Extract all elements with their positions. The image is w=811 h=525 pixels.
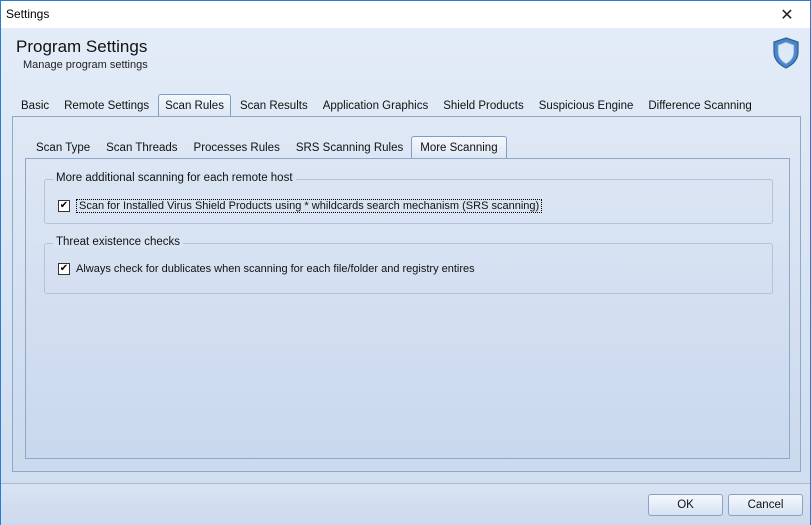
cancel-button[interactable]: Cancel (728, 494, 803, 516)
close-button[interactable]: ✕ (764, 1, 810, 28)
group-label: More additional scanning for each remote… (53, 172, 296, 184)
srs-scanning-checkbox-row[interactable]: ✔ Scan for Installed Virus Shield Produc… (58, 199, 543, 213)
page-title: Program Settings (16, 37, 148, 56)
tab-more-scanning[interactable]: More Scanning (411, 136, 507, 159)
ok-button[interactable]: OK (648, 494, 723, 516)
outer-tab-strip: Basic Remote Settings Scan Rules Scan Re… (15, 94, 761, 117)
tab-shield-products[interactable]: Shield Products (437, 96, 530, 116)
tab-scan-threads[interactable]: Scan Threads (98, 138, 185, 158)
page-subtitle: Manage program settings (23, 59, 148, 71)
settings-window: Settings ✕ Program Settings Manage progr… (0, 0, 811, 525)
tab-scan-results[interactable]: Scan Results (234, 96, 314, 116)
close-icon: ✕ (780, 6, 794, 24)
tab-difference-scanning[interactable]: Difference Scanning (642, 96, 757, 116)
tab-scan-rules[interactable]: Scan Rules (158, 94, 231, 117)
shield-icon (773, 37, 799, 69)
group-label: Threat existence checks (53, 236, 184, 248)
tab-application-graphics[interactable]: Application Graphics (317, 96, 434, 116)
checkbox-label: Always check for dublicates when scannin… (76, 263, 475, 275)
inner-tab-strip: Scan Type Scan Threads Processes Rules S… (28, 136, 507, 159)
tab-scan-type[interactable]: Scan Type (28, 138, 98, 158)
tab-suspicious-engine[interactable]: Suspicious Engine (533, 96, 640, 116)
tab-basic[interactable]: Basic (15, 96, 55, 116)
tab-remote-settings[interactable]: Remote Settings (58, 96, 155, 116)
duplicates-check-checkbox-row[interactable]: ✔ Always check for dublicates when scann… (58, 263, 475, 275)
tab-srs-scanning-rules[interactable]: SRS Scanning Rules (288, 138, 411, 158)
srs-scanning-checkbox[interactable]: ✔ (58, 200, 70, 212)
checkbox-label: Scan for Installed Virus Shield Products… (76, 199, 543, 213)
window-title: Settings (6, 7, 50, 21)
duplicates-check-checkbox[interactable]: ✔ (58, 263, 70, 275)
tab-processes-rules[interactable]: Processes Rules (186, 138, 288, 158)
title-bar: Settings ✕ (1, 1, 810, 28)
